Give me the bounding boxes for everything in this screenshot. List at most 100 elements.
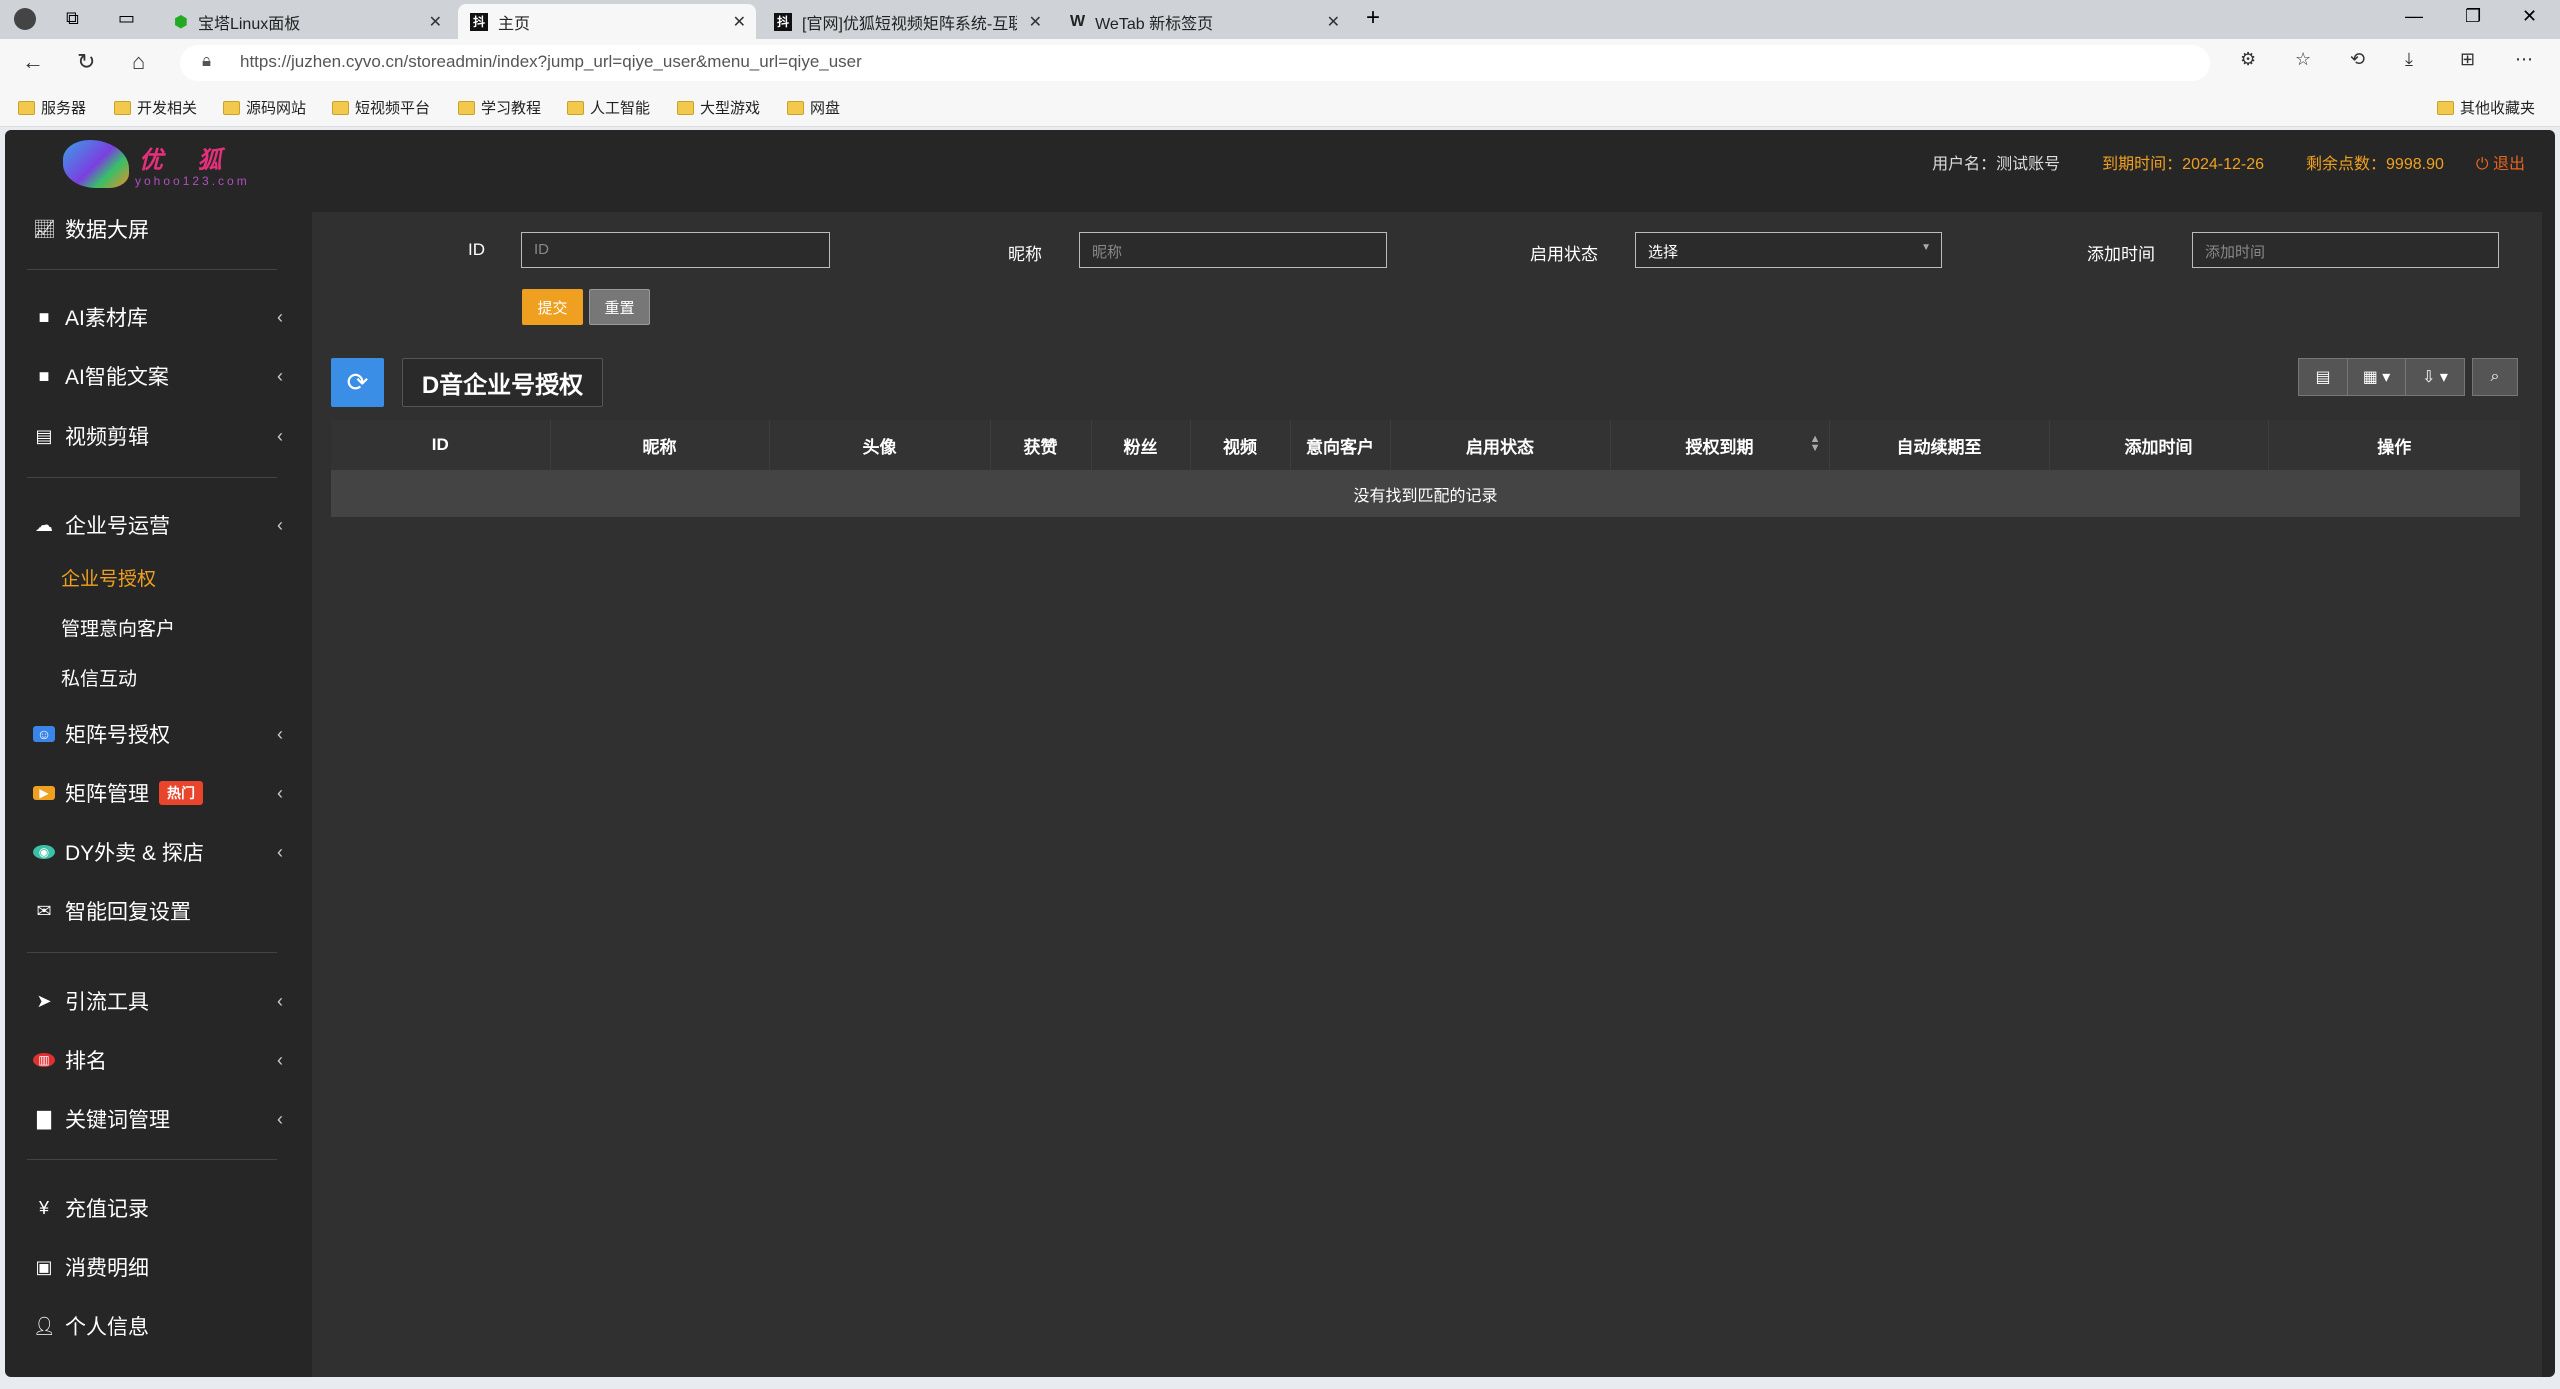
- bookmark-folder[interactable]: 服务器: [18, 97, 86, 118]
- chevron-left-icon: ‹: [277, 514, 283, 535]
- close-icon[interactable]: ✕: [1327, 12, 1340, 32]
- bookmark-folder[interactable]: 人工智能: [567, 97, 650, 118]
- add-time-input[interactable]: 添加时间: [2192, 232, 2499, 268]
- sidebar-item-matrix-auth[interactable]: ☺ 矩阵号授权 ‹: [33, 719, 283, 749]
- bookmark-folder[interactable]: 短视频平台: [332, 97, 430, 118]
- close-icon[interactable]: ✕: [429, 12, 442, 32]
- browser-tab-bar: ⧉ ▭ ⬢ 宝塔Linux面板 ✕ 抖主页 ✕ 抖 [官网]优狐短视频矩阵系统-互联 ✕ …: [0, 0, 2560, 39]
- tab-baota[interactable]: ⬢ 宝塔Linux面板 ✕: [162, 4, 452, 39]
- folder-icon: [787, 100, 804, 115]
- sidebar-item-traffic-tools[interactable]: ➤ 引流工具 ‹: [33, 986, 283, 1016]
- collections-icon[interactable]: ⧉: [66, 8, 79, 29]
- sidebar-item-profile[interactable]: 👤︎ 个人信息: [33, 1311, 283, 1341]
- sidebar-item-ai-copywriting[interactable]: ■ AI智能文案 ‹: [33, 361, 283, 391]
- other-bookmarks[interactable]: 其他收藏夹: [2437, 97, 2535, 118]
- sidebar-item-enterprise[interactable]: ☁ 企业号运营 ‹: [33, 510, 283, 540]
- column-header-id[interactable]: ID: [331, 420, 551, 470]
- divider: [27, 477, 277, 478]
- sidebar-item-dy-takeout[interactable]: ◉ DY外卖 & 探店 ‹: [33, 837, 283, 867]
- sidebar-subitem-intent-customers[interactable]: 管理意向客户: [61, 614, 175, 641]
- favorites-icon[interactable]: ☆: [2295, 49, 2311, 70]
- close-icon[interactable]: ✕: [733, 12, 746, 32]
- sort-icon[interactable]: ▲ ▼: [1810, 434, 1821, 454]
- sidebar-item-ranking[interactable]: ▥ 排名 ‹: [33, 1045, 283, 1075]
- submit-button[interactable]: 提交: [522, 289, 583, 325]
- column-header-likes[interactable]: 获赞: [990, 420, 1092, 470]
- refresh-icon: ⟳: [346, 367, 369, 397]
- back-button[interactable]: ←: [22, 49, 44, 75]
- sidebar-item-consumption[interactable]: ▣ 消费明细: [33, 1252, 283, 1282]
- sidebar-item-ai-materials[interactable]: ■ AI素材库 ‹: [33, 302, 283, 332]
- address-bar-row: ← ↻ ⌂ 🔒︎ https://juzhen.cyvo.cn/storeadmi…: [0, 39, 2560, 88]
- logout-link[interactable]: ⏻ 退出: [2476, 150, 2525, 174]
- divider: [27, 952, 277, 953]
- logout-label: 退出: [2492, 156, 2525, 173]
- refresh-table-button[interactable]: ⟳: [331, 358, 384, 407]
- extensions-icon[interactable]: ⚙: [2240, 49, 2256, 70]
- select-value: 选择: [1648, 244, 1679, 261]
- sidebar-item-matrix-manage[interactable]: ▶ 矩阵管理 热门 ‹: [33, 778, 283, 808]
- remaining-points: 剩余点数：9998.90: [2306, 156, 2444, 173]
- folder-icon: [114, 100, 131, 115]
- sidebar-item-label: AI智能文案: [65, 366, 169, 389]
- home-button[interactable]: ⌂: [132, 49, 145, 75]
- refresh-button[interactable]: ↻: [77, 49, 95, 75]
- history-icon[interactable]: ⟲: [2350, 49, 2365, 70]
- url-input[interactable]: 🔒︎ https://juzhen.cyvo.cn/storeadmin/inde…: [180, 45, 2210, 81]
- more-icon[interactable]: ⋯: [2515, 49, 2533, 70]
- id-input[interactable]: ID: [521, 232, 830, 268]
- sidebar-item-keywords[interactable]: ▇ 关键词管理 ‹: [33, 1104, 283, 1134]
- bookmark-folder[interactable]: 开发相关: [114, 97, 197, 118]
- export-button[interactable]: ⇩ ▾: [2405, 358, 2465, 396]
- sidebar-item-recharge[interactable]: ¥ 充值记录: [33, 1193, 283, 1223]
- bookmark-folder[interactable]: 学习教程: [458, 97, 541, 118]
- sidebar-item-label: 智能回复设置: [65, 901, 191, 924]
- chevron-left-icon: ‹: [277, 425, 283, 446]
- download-icon[interactable]: ⤓: [2405, 49, 2413, 70]
- sidebar-item-video-edit[interactable]: ▤ 视频剪辑 ‹: [33, 421, 283, 451]
- profile-avatar[interactable]: [14, 8, 36, 30]
- close-icon[interactable]: ✕: [1029, 12, 1042, 32]
- reset-button[interactable]: 重置: [589, 289, 650, 325]
- new-tab-button[interactable]: +: [1366, 4, 1380, 32]
- column-header-videos[interactable]: 视频: [1190, 420, 1291, 470]
- tab-wetab[interactable]: W WeTab 新标签页 ✕: [1058, 4, 1350, 39]
- column-header-add-time[interactable]: 添加时间: [2049, 420, 2269, 470]
- column-header-auto-renew[interactable]: 自动续期至: [1829, 420, 2050, 470]
- sidebar-subitem-private-messages[interactable]: 私信互动: [61, 664, 137, 691]
- placeholder: 添加时间: [2205, 244, 2266, 261]
- tab-official[interactable]: 抖 [官网]优狐短视频矩阵系统-互联 ✕: [762, 4, 1052, 39]
- sidebar-item-dashboard[interactable]: 📈︎ 数据大屏: [33, 214, 283, 244]
- sidebar-item-auto-reply[interactable]: ✉ 智能回复设置: [33, 896, 283, 926]
- placeholder: ID: [534, 241, 549, 258]
- minimize-button[interactable]: —: [2405, 6, 2423, 27]
- bookmark-folder[interactable]: 网盘: [787, 97, 840, 118]
- column-header-auth-expire[interactable]: 授权到期 ▲ ▼: [1610, 420, 1830, 470]
- sidebar-item-label: 消费明细: [65, 1257, 149, 1280]
- column-header-nickname[interactable]: 昵称: [550, 420, 770, 470]
- column-header-fans[interactable]: 粉丝: [1091, 420, 1191, 470]
- bookmark-folder[interactable]: 源码网站: [223, 97, 306, 118]
- toggle-view-button[interactable]: ▤: [2298, 358, 2348, 396]
- douyin-icon: 抖: [774, 12, 792, 31]
- columns-button[interactable]: ▦ ▾: [2347, 358, 2406, 396]
- sidebar-subitem-enterprise-auth[interactable]: 企业号授权: [61, 564, 156, 591]
- bookmark-folder[interactable]: 大型游戏: [677, 97, 760, 118]
- apps-icon[interactable]: ⊞: [2460, 49, 2475, 70]
- status-select[interactable]: 选择 ▼: [1635, 232, 1942, 268]
- nickname-input[interactable]: 昵称: [1079, 232, 1387, 268]
- table-title: D音企业号授权: [402, 358, 603, 407]
- chevron-left-icon: ‹: [277, 723, 283, 744]
- column-header-intent-customers[interactable]: 意向客户: [1290, 420, 1391, 470]
- restore-button[interactable]: ❐: [2465, 6, 2481, 27]
- column-header-status[interactable]: 启用状态: [1390, 420, 1611, 470]
- search-toggle-button[interactable]: ⌕: [2472, 358, 2518, 396]
- tab-home[interactable]: 抖主页 ✕: [458, 4, 756, 39]
- close-window-button[interactable]: ✕: [2522, 6, 2537, 27]
- sidebar-item-label: 关键词管理: [65, 1109, 170, 1132]
- caret-down-icon: ▼: [1921, 242, 1931, 253]
- column-header-actions[interactable]: 操作: [2268, 420, 2520, 470]
- column-header-avatar[interactable]: 头像: [769, 420, 991, 470]
- tab-actions-icon[interactable]: ▭: [118, 8, 135, 29]
- sidebar-item-label: 引流工具: [65, 991, 149, 1014]
